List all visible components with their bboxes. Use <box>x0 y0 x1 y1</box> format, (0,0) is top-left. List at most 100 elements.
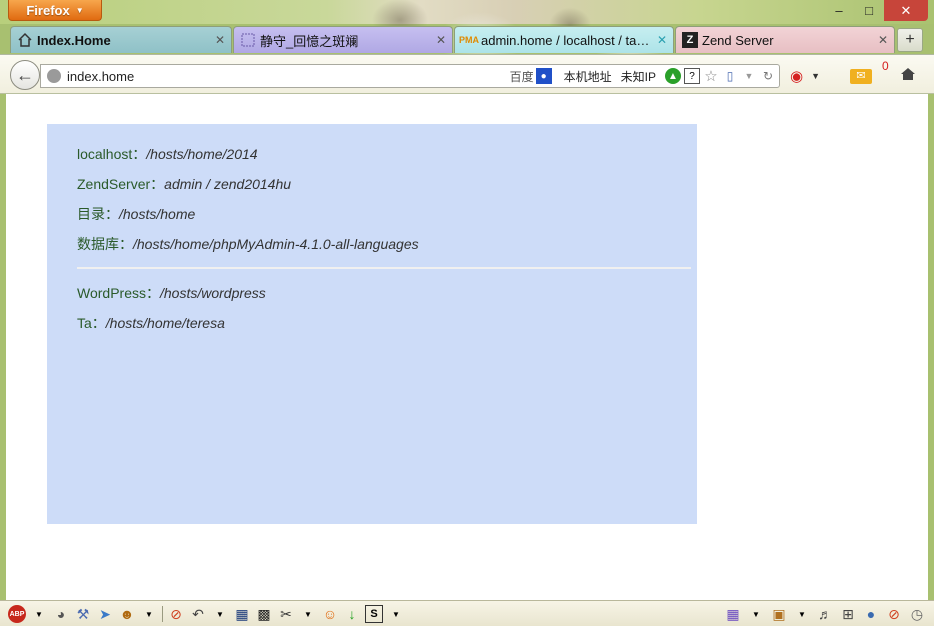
green-up-icon[interactable]: ▲ <box>665 68 681 84</box>
history-dropdown-icon[interactable]: ▼ <box>741 68 757 84</box>
entry-key: ZendServer： <box>77 176 165 192</box>
emoji-icon[interactable]: ☺ <box>321 605 339 623</box>
entry-wordpress: WordPress：/hosts/wordpress <box>77 283 697 313</box>
tool-icon[interactable]: ⚒ <box>74 605 92 623</box>
minimize-button[interactable]: – <box>824 0 854 21</box>
screenshot-icon[interactable]: ✂ <box>277 605 295 623</box>
entry-key: localhost： <box>77 146 147 162</box>
phpmyadmin-icon: PMA <box>459 35 479 45</box>
tab-phpmyadmin[interactable]: PMA admin.home / localhost / ta /... ✕ <box>454 26 674 53</box>
maximize-button[interactable]: □ <box>854 0 884 21</box>
entry-key: 数据库： <box>77 236 133 252</box>
baidu-search-button[interactable]: 百度 ● <box>510 68 555 85</box>
entry-zendserver: ZendServer：admin / zend2014hu <box>77 174 697 204</box>
entry-database: 数据库：/hosts/home/phpMyAdmin-4.1.0-all-lan… <box>77 234 697 264</box>
mask-icon[interactable]: ◕ <box>52 605 70 623</box>
dropdown-arrow-icon[interactable]: ▼ <box>387 605 405 623</box>
back-arrow-icon: ← <box>16 64 34 85</box>
window-controls: – □ ✕ <box>824 0 928 21</box>
toolbar-extensions: ◉ ▼ ✉ <box>790 66 916 86</box>
entry-value: /hosts/home/teresa <box>105 315 225 331</box>
block-icon[interactable]: ⊘ <box>167 605 185 623</box>
dropdown-arrow-icon[interactable]: ▼ <box>140 605 158 623</box>
undo-icon[interactable]: ↶ <box>189 605 207 623</box>
addon-bar: ABP ▼ ◕ ⚒ ➤ ☻ ▼ ⊘ ↶ ▼ ▦ ▩ ✂ ▼ ☺ ↓ S ▼ ▦ … <box>0 600 934 626</box>
entry-key: Ta： <box>77 315 106 331</box>
close-tab-icon[interactable]: ✕ <box>878 33 888 47</box>
tab-label: 静守_回憶之斑斓 <box>260 33 359 49</box>
globe-icon <box>47 69 61 83</box>
speaker-icon[interactable]: ♬ <box>816 605 834 623</box>
entry-value: /hosts/home <box>119 206 196 222</box>
apps-grid-icon[interactable]: ▦ <box>724 605 742 623</box>
title-bar: Firefox ▼ – □ ✕ <box>0 0 934 94</box>
tab-blog[interactable]: 静守_回憶之斑斓 ✕ <box>233 26 453 53</box>
weibo-icon[interactable]: ◉ <box>790 67 803 85</box>
close-window-button[interactable]: ✕ <box>884 0 928 21</box>
new-tab-button[interactable]: + <box>897 28 923 52</box>
entry-localhost: localhost：/hosts/home/2014 <box>77 144 697 174</box>
dropdown-arrow-icon: ▼ <box>75 5 84 15</box>
bookmark-star-icon[interactable]: ☆ <box>703 68 719 85</box>
info-panel: localhost：/hosts/home/2014 ZendServer：ad… <box>47 124 697 524</box>
navigation-bar: ← index.home 百度 ● 本机地址 未知IP ▲ ? ☆ ▯ ▼ ↻ … <box>0 54 934 94</box>
no-entry-icon[interactable]: ⊘ <box>885 605 903 623</box>
divider <box>77 267 691 269</box>
entry-key: WordPress： <box>77 285 160 301</box>
baidu-label: 百度 <box>509 69 534 84</box>
tab-label: Index.Home <box>37 32 111 48</box>
tab-bar: Index.Home ✕ 静守_回憶之斑斓 ✕ PMA admin.home /… <box>0 26 934 54</box>
baidu-paw-icon: ● <box>535 68 552 84</box>
entry-value: /hosts/home/phpMyAdmin-4.1.0-all-languag… <box>133 236 419 252</box>
page-viewport: localhost：/hosts/home/2014 ZendServer：ad… <box>6 94 928 600</box>
mobile-icon[interactable]: ▯ <box>722 68 738 84</box>
medical-plus-icon[interactable]: ⊞ <box>839 605 857 623</box>
url-bar[interactable]: index.home 百度 ● 本机地址 未知IP ▲ ? ☆ ▯ ▼ ↻ <box>40 64 780 88</box>
dropdown-arrow-icon[interactable]: ▼ <box>299 605 317 623</box>
dropdown-arrow-icon[interactable]: ▼ <box>30 605 48 623</box>
reload-icon[interactable]: ↻ <box>760 68 776 84</box>
back-button[interactable]: ← <box>10 60 40 90</box>
grid-icon[interactable]: ▦ <box>233 605 251 623</box>
addon-icons-left: ABP ▼ ◕ ⚒ ➤ ☻ ▼ ⊘ ↶ ▼ ▦ ▩ ✂ ▼ ☺ ↓ S ▼ <box>8 605 405 623</box>
entry-value: /hosts/home/2014 <box>146 146 258 162</box>
entry-directory: 目录：/hosts/home <box>77 204 697 234</box>
bird-icon[interactable]: ➤ <box>96 605 114 623</box>
zend-icon: Z <box>682 32 698 48</box>
s-icon[interactable]: S <box>365 605 383 623</box>
download-icon[interactable]: ↓ <box>343 605 361 623</box>
adblock-plus-icon[interactable]: ABP <box>8 605 26 623</box>
home-icon[interactable] <box>900 66 916 86</box>
clock-icon[interactable]: ◷ <box>908 605 926 623</box>
addon-icons-right: ▦ ▼ ▣ ▼ ♬ ⊞ ● ⊘ ◷ <box>724 605 926 623</box>
user-icon[interactable]: ● <box>862 605 880 623</box>
tab-index-home[interactable]: Index.Home ✕ <box>10 26 232 53</box>
separator <box>162 606 163 622</box>
entry-value: /hosts/wordpress <box>159 285 266 301</box>
page-icon <box>240 32 256 48</box>
unknown-ip-button[interactable]: 未知IP <box>621 68 656 85</box>
local-address-button[interactable]: 本机地址 <box>564 68 612 85</box>
url-text[interactable]: index.home <box>67 69 510 84</box>
mail-icon[interactable]: ✉ <box>850 68 873 84</box>
tab-label: Zend Server <box>702 32 774 48</box>
dropdown-arrow-icon[interactable]: ▼ <box>793 605 811 623</box>
mail-count-badge: 0 <box>882 59 889 73</box>
package-icon[interactable]: ▣ <box>770 605 788 623</box>
firefox-menu-button[interactable]: Firefox ▼ <box>8 0 102 21</box>
monkey-icon[interactable]: ☻ <box>118 605 136 623</box>
dropdown-arrow-icon[interactable]: ▼ <box>811 71 820 81</box>
close-tab-icon[interactable]: ✕ <box>436 33 446 47</box>
dropdown-arrow-icon[interactable]: ▼ <box>211 605 229 623</box>
close-tab-icon[interactable]: ✕ <box>215 33 225 47</box>
entry-value: admin / zend2014hu <box>164 176 292 192</box>
entry-ta: Ta：/hosts/home/teresa <box>77 313 697 343</box>
tab-label: admin.home / localhost / ta /... <box>481 32 653 48</box>
dropdown-arrow-icon[interactable]: ▼ <box>747 605 765 623</box>
chinese-char-icon[interactable]: ▩ <box>255 605 273 623</box>
close-tab-icon[interactable]: ✕ <box>657 33 667 47</box>
tab-zend-server[interactable]: Z Zend Server ✕ <box>675 26 895 53</box>
entry-key: 目录： <box>77 206 119 222</box>
firefox-menu-label: Firefox <box>26 2 70 18</box>
help-icon[interactable]: ? <box>684 68 700 84</box>
